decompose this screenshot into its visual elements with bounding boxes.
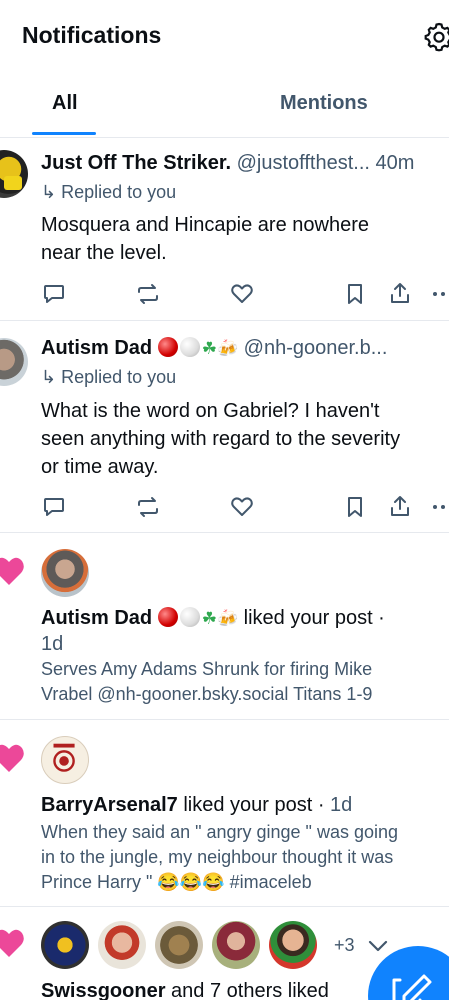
share-icon[interactable] (387, 281, 413, 307)
avatar[interactable] (155, 921, 203, 969)
bookmark-icon[interactable] (342, 494, 368, 520)
author-name[interactable]: Autism Dad (41, 337, 152, 359)
header: Notifications (0, 0, 449, 74)
share-icon[interactable] (387, 494, 413, 520)
like-time: 1d (330, 794, 353, 816)
avatar[interactable] (98, 921, 146, 969)
replied-label: Replied to you (61, 367, 177, 387)
author-name[interactable]: Swissgooner (41, 980, 165, 1000)
avatar[interactable] (269, 921, 317, 969)
reply-icon[interactable] (41, 281, 67, 307)
post-time: 40m (375, 152, 415, 174)
avatar[interactable] (41, 549, 89, 597)
divider (0, 532, 449, 533)
author-name[interactable]: BarryArsenal7 (41, 794, 178, 816)
author-name[interactable]: Autism Dad (41, 607, 152, 629)
tab-bar: All Mentions (0, 78, 449, 138)
reply-author-line: Just Off The Striker. @justoffthest... 4… (41, 152, 414, 175)
reply-arrow-icon: ↳ (41, 367, 57, 387)
divider (0, 719, 449, 720)
heart-icon (0, 927, 26, 959)
compose-icon (392, 974, 432, 1000)
heart-icon (0, 742, 26, 774)
reply-author-line: Autism Dad ☘🍻 @nh-gooner.b... (41, 337, 387, 360)
like-icon[interactable] (229, 494, 255, 520)
avatar[interactable] (0, 150, 28, 198)
bookmark-icon[interactable] (342, 281, 368, 307)
like-action: liked your post · (183, 794, 325, 816)
compose-button[interactable] (368, 946, 449, 1000)
post-preview-line: Vrabel @nh-gooner.bsky.social Titans 1-9 (41, 684, 373, 704)
more-options-icon[interactable] (430, 281, 449, 307)
reply-icon[interactable] (41, 494, 67, 520)
like-others: and 7 others liked (171, 980, 329, 1000)
divider (0, 320, 449, 321)
avatar[interactable] (212, 921, 260, 969)
active-tab-indicator (32, 132, 96, 135)
like-summary: Autism Dad ☘🍻 liked your post · (41, 605, 385, 632)
gear-icon[interactable] (424, 22, 449, 52)
replied-to-you: ↳ Replied to you (41, 367, 176, 388)
more-options-icon[interactable] (430, 494, 449, 520)
more-avatars-count[interactable]: +3 (334, 935, 355, 956)
avatar[interactable] (0, 338, 28, 386)
author-emoji: ☘🍻 (157, 607, 238, 629)
replied-label: Replied to you (61, 182, 177, 202)
post-preview-line: in to the jungle, my neighbour thought i… (41, 847, 394, 867)
replied-to-you: ↳ Replied to you (41, 182, 176, 203)
avatar[interactable] (41, 921, 89, 969)
author-handle: @justoffthest... (236, 152, 370, 174)
post-text-line: seen anything with regard to the severit… (41, 428, 401, 450)
heart-icon (0, 555, 26, 587)
tab-mentions[interactable]: Mentions (280, 92, 368, 115)
reply-arrow-icon: ↳ (41, 182, 57, 202)
post-text-line: or time away. (41, 456, 159, 478)
like-summary: Swissgooner and 7 others liked (41, 978, 329, 1000)
like-icon[interactable] (229, 281, 255, 307)
author-emoji: ☘🍻 (157, 337, 238, 359)
divider (0, 906, 449, 907)
like-summary: BarryArsenal7 liked your post · 1d (41, 792, 352, 818)
author-name[interactable]: Just Off The Striker. (41, 152, 231, 174)
post-text-line: near the level. (41, 242, 167, 264)
page-title: Notifications (22, 22, 162, 48)
repost-icon[interactable] (135, 494, 161, 520)
post-preview-line: Serves Amy Adams Shrunk for firing Mike (41, 659, 373, 679)
repost-icon[interactable] (135, 281, 161, 307)
avatar[interactable] (41, 736, 89, 784)
like-action: liked your post · (243, 607, 385, 629)
post-text-line: What is the word on Gabriel? I haven't (41, 400, 380, 422)
tab-all[interactable]: All (52, 92, 78, 115)
post-preview-line: When they said an " angry ginge " was go… (41, 822, 398, 842)
post-text-line: Mosquera and Hincapie are nowhere (41, 214, 369, 236)
like-time: 1d (41, 633, 64, 655)
post-preview-line: Prince Harry " 😂😂😂 #imaceleb (41, 872, 312, 892)
author-handle: @nh-gooner.b... (243, 337, 388, 359)
